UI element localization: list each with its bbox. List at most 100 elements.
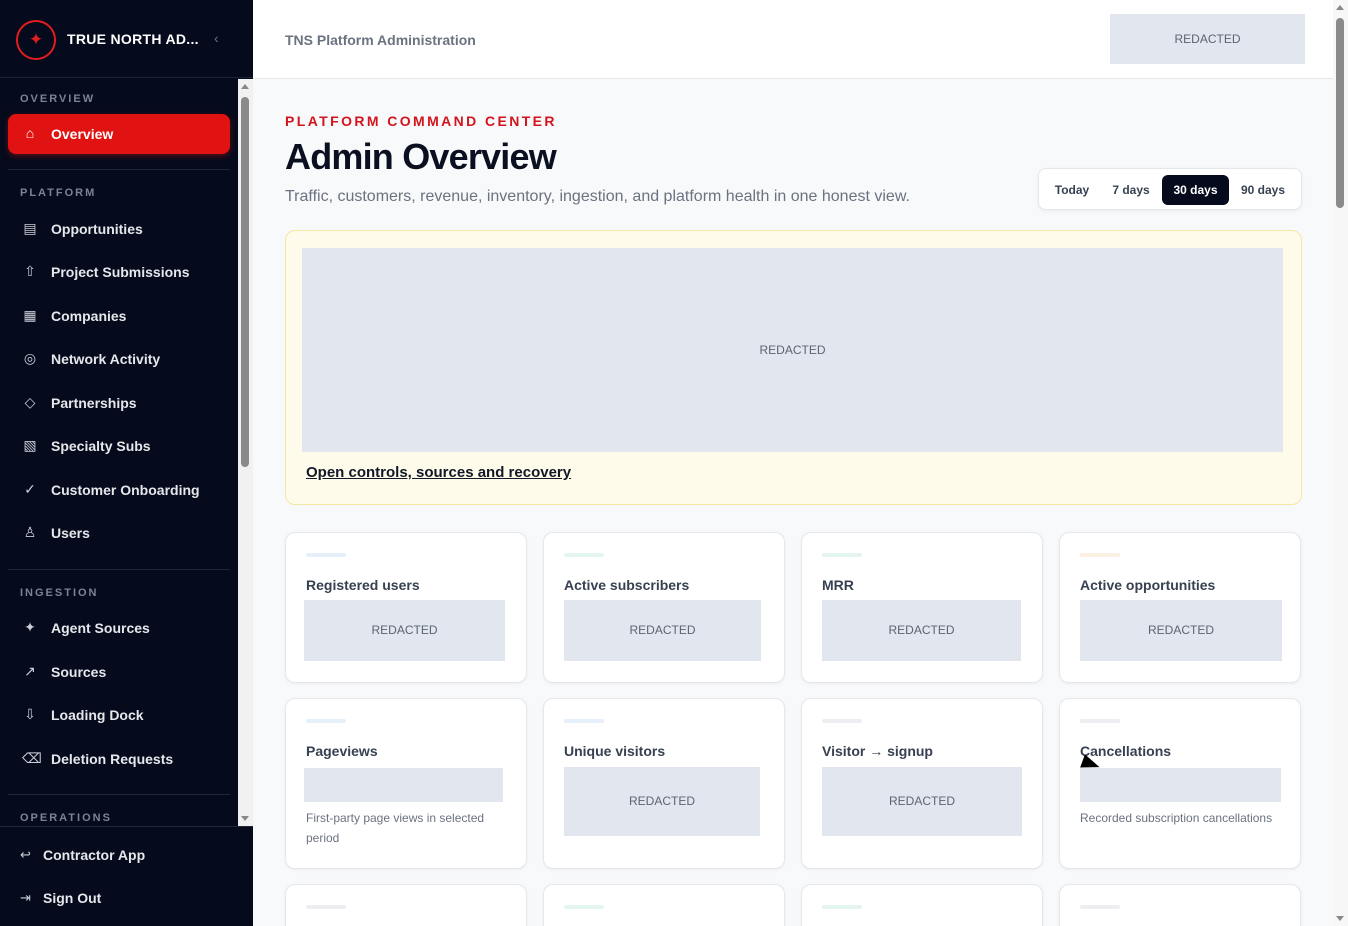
metric-value <box>304 768 503 802</box>
sidebar-item-label: Project Submissions <box>51 264 190 280</box>
status-alert-panel: REDACTED Open controls, sources and reco… <box>285 230 1302 505</box>
metric-card[interactable] <box>801 884 1043 926</box>
metric-card-visitor-signup[interactable]: Visitor → signup REDACTED <box>801 698 1043 869</box>
section-label-overview: OVERVIEW <box>20 93 96 105</box>
metric-card[interactable] <box>543 884 785 926</box>
sidebar-item-specialty-subs[interactable]: ▧ Specialty Subs <box>8 426 230 466</box>
diamond-icon: ◇ <box>24 394 36 410</box>
metric-description: Recorded subscription cancellations <box>1080 811 1273 825</box>
scrollbar-thumb[interactable] <box>241 97 249 467</box>
metric-card-mrr[interactable]: MRR REDACTED <box>801 532 1043 683</box>
section-label-platform: PLATFORM <box>20 187 97 199</box>
metric-card[interactable] <box>285 884 527 926</box>
section-label-operations: OPERATIONS <box>20 812 112 824</box>
page-title: Admin Overview <box>285 136 557 177</box>
range-option-today[interactable]: Today <box>1045 175 1099 205</box>
page-eyebrow: PLATFORM COMMAND CENTER <box>285 113 557 129</box>
sidebar-item-agent-sources[interactable]: ✦ Agent Sources <box>8 608 230 648</box>
scrollbar-thumb[interactable] <box>1336 18 1344 208</box>
metric-value: REDACTED <box>564 600 761 661</box>
range-option-7-days[interactable]: 7 days <box>1103 175 1159 205</box>
sidebar-item-sources[interactable]: ↗ Sources <box>8 652 230 692</box>
sidebar-item-network-activity[interactable]: ◎ Network Activity <box>8 339 230 379</box>
metric-value <box>1080 768 1281 802</box>
card-accent-bar <box>564 553 604 557</box>
redacted-account-block: REDACTED <box>1110 14 1305 64</box>
date-range-selector: Today 7 days 30 days 90 days <box>1038 168 1302 210</box>
metric-card[interactable] <box>1059 884 1301 926</box>
sign-out-button[interactable]: ⇥ Sign Out <box>0 878 253 918</box>
metric-card-active-opportunities[interactable]: Active opportunities REDACTED <box>1059 532 1301 683</box>
sidebar-item-label: Users <box>51 525 90 541</box>
metric-title: Active subscribers <box>564 577 690 593</box>
sidebar-item-overview[interactable]: ⌂ Overview <box>8 114 230 154</box>
card-accent-bar <box>564 905 604 909</box>
sidebar-item-customer-onboarding[interactable]: ✓ Customer Onboarding <box>8 470 230 510</box>
sidebar-item-deletion-requests[interactable]: ⌫ Deletion Requests <box>8 739 230 779</box>
building-icon: ▦ <box>23 307 37 323</box>
range-option-30-days[interactable]: 30 days <box>1162 175 1229 205</box>
topbar-title: TNS Platform Administration <box>285 32 476 48</box>
footer-item-label: Sign Out <box>43 890 102 906</box>
card-accent-bar <box>1080 553 1120 557</box>
scroll-up-icon[interactable] <box>1336 5 1344 10</box>
download-icon: ⇩ <box>24 706 36 722</box>
open-controls-link[interactable]: Open controls, sources and recovery <box>306 464 571 481</box>
card-accent-bar <box>822 719 862 723</box>
divider <box>8 169 230 170</box>
sidebar-item-label: Customer Onboarding <box>51 482 200 498</box>
range-option-90-days[interactable]: 90 days <box>1232 175 1294 205</box>
target-icon: ◎ <box>23 350 37 366</box>
page-subtitle: Traffic, customers, revenue, inventory, … <box>285 188 910 205</box>
sidebar-item-label: Partnerships <box>51 395 137 411</box>
sidebar-item-opportunities[interactable]: ▤ Opportunities <box>8 209 230 249</box>
redacted-alert-content: REDACTED <box>302 248 1283 452</box>
metric-card-cancellations[interactable]: Cancellations Recorded subscription canc… <box>1059 698 1301 869</box>
upload-icon: ⇧ <box>24 263 36 279</box>
card-accent-bar <box>564 719 604 723</box>
scroll-up-icon[interactable] <box>241 84 249 89</box>
brand-header: ✦ TRUE NORTH AD... ‹ <box>0 0 253 78</box>
metric-card-registered-users[interactable]: Registered users REDACTED <box>285 532 527 683</box>
erase-icon: ⌫ <box>22 750 42 766</box>
checkmark-icon: ✓ <box>24 481 36 497</box>
card-accent-bar <box>1080 905 1120 909</box>
metric-card-pageviews[interactable]: Pageviews First-party page views in sele… <box>285 698 527 869</box>
topbar: TNS Platform Administration REDACTED <box>253 0 1333 79</box>
compass-star-icon[interactable]: ✦ <box>16 20 56 60</box>
collapse-sidebar-icon[interactable]: ‹ <box>214 30 219 46</box>
return-arrow-icon: ↩ <box>20 847 31 862</box>
sidebar-footer: ↩ Contractor App ⇥ Sign Out <box>0 826 253 926</box>
sidebar-item-label: Overview <box>51 126 114 142</box>
arrow-up-right-icon: ↗ <box>24 663 36 679</box>
grid-hatch-icon: ▧ <box>23 437 37 453</box>
card-accent-bar <box>1080 719 1120 723</box>
metric-value: REDACTED <box>304 600 505 661</box>
sidebar-item-label: Companies <box>51 308 127 324</box>
metric-card-active-subscribers[interactable]: Active subscribers REDACTED <box>543 532 785 683</box>
home-icon: ⌂ <box>25 125 35 141</box>
sidebar-scrollbar[interactable] <box>238 79 253 826</box>
sidebar-item-project-submissions[interactable]: ⇧ Project Submissions <box>8 252 230 292</box>
sidebar-item-label: Loading Dock <box>51 707 144 723</box>
page-scrollbar[interactable] <box>1333 0 1348 926</box>
divider <box>8 569 230 570</box>
metric-title: Unique visitors <box>564 743 666 759</box>
scroll-down-icon[interactable] <box>241 816 249 821</box>
card-accent-bar <box>306 719 346 723</box>
sidebar-item-companies[interactable]: ▦ Companies <box>8 296 230 336</box>
sidebar-item-label: Specialty Subs <box>51 438 151 454</box>
sidebar-item-users[interactable]: ♙ Users <box>8 513 230 553</box>
metric-title: Pageviews <box>306 743 378 759</box>
sidebar-item-loading-dock[interactable]: ⇩ Loading Dock <box>8 695 230 735</box>
metric-card-unique-visitors[interactable]: Unique visitors REDACTED <box>543 698 785 869</box>
sidebar-nav: OVERVIEW ⌂ Overview PLATFORM ▤ Opportuni… <box>0 79 238 825</box>
sidebar-item-label: Sources <box>51 664 107 680</box>
footer-item-label: Contractor App <box>43 847 146 863</box>
scroll-down-icon[interactable] <box>1336 916 1344 921</box>
divider <box>8 794 230 795</box>
contractor-app-link[interactable]: ↩ Contractor App <box>0 835 253 875</box>
metric-value: REDACTED <box>1080 600 1282 661</box>
sparkle-icon: ✦ <box>24 619 36 635</box>
sidebar-item-partnerships[interactable]: ◇ Partnerships <box>8 383 230 423</box>
